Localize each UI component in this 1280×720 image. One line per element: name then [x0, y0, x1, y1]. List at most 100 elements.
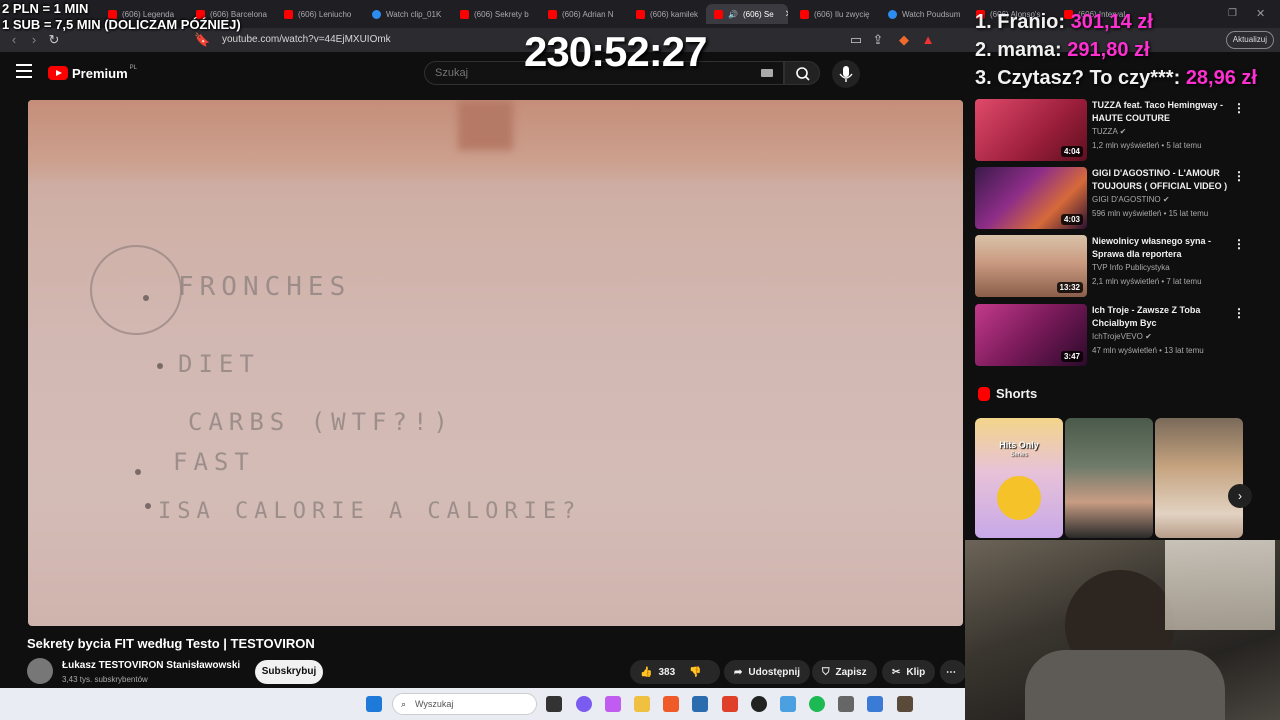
dislike-icon[interactable]: 👎 — [689, 667, 701, 678]
scissors-icon: ✂ — [892, 666, 901, 678]
share-page-icon[interactable]: ⇪ — [870, 32, 886, 48]
recommended-channel[interactable]: IchTrojeVEVO ✔ — [1092, 332, 1152, 341]
close-tab-icon[interactable]: ✕ — [785, 9, 788, 20]
share-label: Udostępnij — [748, 666, 801, 678]
short-video[interactable]: Hits Only Series — [975, 418, 1063, 538]
tab-label: (606) Leniucho — [298, 9, 352, 19]
brave-beta-icon[interactable] — [722, 696, 738, 712]
recommended-channel[interactable]: GIGI D'AGOSTINO ✔ — [1092, 195, 1170, 204]
tab-label: (606) Ilu zwycię — [814, 9, 870, 19]
pikachu-figure — [997, 476, 1041, 520]
browser-tab-active[interactable]: 🔊 (606) Se ✕ — [706, 4, 788, 24]
like-icon[interactable]: 👍 — [640, 667, 652, 678]
kick-favicon-icon — [888, 9, 897, 19]
like-dislike-group: 👍 383 👎 — [630, 660, 720, 684]
chevron-right-icon[interactable]: › — [1228, 484, 1252, 508]
video-thumbnail[interactable]: 13:32 — [975, 235, 1087, 297]
recommended-title[interactable]: TUZZA feat. Taco Hemingway - HAUTE COUTU… — [1092, 99, 1232, 125]
channel-label: IchTrojeVEVO — [1092, 332, 1143, 341]
video-thumbnail[interactable]: 4:03 — [975, 167, 1087, 229]
rate-line: 2 PLN = 1 MIN — [2, 1, 89, 16]
channel-name[interactable]: Łukasz TESTOVIRON Stanisławowski — [62, 660, 240, 671]
reload-icon[interactable]: ↻ — [46, 32, 62, 48]
search-icon: ⌕ — [401, 699, 407, 709]
browser-tab[interactable]: (606) Sekrety b — [452, 4, 538, 24]
bookmark-icon[interactable]: 🔖 — [194, 32, 210, 48]
spotify-icon[interactable] — [809, 696, 825, 712]
youtube-favicon-icon — [284, 9, 293, 19]
subscribe-button[interactable]: Subskrybuj — [255, 660, 323, 684]
recommended-title[interactable]: Ich Troje - Zawsze Z Toba Chcialbym Byc — [1092, 304, 1232, 330]
cast-icon[interactable]: ▭ — [848, 32, 864, 48]
forward-icon[interactable]: › — [26, 32, 42, 48]
windows-start-icon[interactable] — [366, 696, 382, 712]
channel-avatar[interactable] — [27, 658, 53, 684]
brave-shield-icon[interactable]: ◆ — [896, 32, 912, 48]
store-icon[interactable] — [692, 696, 708, 712]
browser-tab[interactable]: (606) kamilek — [628, 4, 704, 24]
calculator-icon[interactable] — [838, 696, 854, 712]
notepad-icon[interactable] — [867, 696, 883, 712]
like-count[interactable]: 383 — [658, 667, 675, 678]
handwritten-notes: FRONCHES DIET CARBS (WTF?!) FAST ISA CAL… — [90, 245, 581, 524]
recommended-title[interactable]: Niewolnicy własnego syna - Sprawa dla re… — [1092, 235, 1232, 261]
discord-icon[interactable] — [576, 696, 592, 712]
video-thumbnail[interactable]: 3:47 — [975, 304, 1087, 366]
recommended-video[interactable]: 4:04 TUZZA feat. Taco Hemingway - HAUTE … — [975, 99, 1265, 163]
save-button[interactable]: ⛉ Zapisz — [812, 660, 877, 684]
taskbar-search[interactable]: ⌕ Wyszukaj — [392, 693, 537, 715]
recommended-title[interactable]: GIGI D'AGOSTINO - L'AMOUR TOUJOURS ( OFF… — [1092, 167, 1232, 193]
leaderboard-amount: 28,96 zł — [1185, 67, 1257, 89]
short-video[interactable] — [1155, 418, 1243, 538]
app-icon[interactable] — [897, 696, 913, 712]
more-vert-icon[interactable]: ⋮ — [1233, 101, 1245, 115]
share-button[interactable]: ➦ Udostępnij — [724, 660, 811, 684]
task-view-icon[interactable] — [546, 696, 562, 712]
close-window-icon[interactable]: ✕ — [1256, 7, 1265, 20]
search-button[interactable] — [784, 61, 820, 85]
taskbar-search-label: Wyszukaj — [415, 699, 454, 709]
short-video[interactable] — [1065, 418, 1153, 538]
youtube-favicon-icon — [800, 9, 809, 19]
search-icon — [796, 67, 810, 81]
recommended-video[interactable]: 4:03 GIGI D'AGOSTINO - L'AMOUR TOUJOURS … — [975, 167, 1265, 231]
recommended-channel[interactable]: TVP Info Publicystyka — [1092, 263, 1170, 272]
clip-button[interactable]: ✂ Klip — [882, 660, 936, 684]
back-icon[interactable]: ‹ — [6, 32, 22, 48]
browser-tab[interactable]: (606) Adrian N — [540, 4, 626, 24]
keyboard-icon[interactable] — [761, 69, 773, 77]
channel-label: GIGI D'AGOSTINO — [1092, 195, 1161, 204]
more-vert-icon[interactable]: ⋮ — [1233, 306, 1245, 320]
recommended-video[interactable]: 3:47 Ich Troje - Zawsze Z Toba Chcialbym… — [975, 304, 1265, 368]
more-vert-icon[interactable]: ⋮ — [1233, 169, 1245, 183]
more-actions-button[interactable]: ⋯ — [940, 660, 966, 684]
note-line: DIET — [178, 350, 260, 378]
video-thumbnail[interactable]: 4:04 — [975, 99, 1087, 161]
youtube-premium-logo[interactable]: Premium PL — [48, 64, 137, 82]
leaderboard-entry: 1. Franio: 301,14 zł — [975, 8, 1257, 36]
video-player[interactable]: FRONCHES DIET CARBS (WTF?!) FAST ISA CAL… — [28, 100, 963, 626]
brave-rewards-icon[interactable]: ▲ — [920, 32, 936, 48]
browser-tab[interactable]: (606) Leniucho — [276, 4, 362, 24]
note-line: ISA CALORIE A CALORIE? — [158, 499, 581, 524]
brave-icon[interactable] — [663, 696, 679, 712]
youtube-favicon-icon — [714, 9, 723, 19]
leaderboard-amount: 301,14 zł — [1070, 11, 1153, 33]
video-duration: 4:03 — [1060, 214, 1083, 225]
file-explorer-icon[interactable] — [634, 696, 650, 712]
hamburger-menu-icon[interactable] — [16, 64, 32, 78]
note-line: CARBS (WTF?!) — [188, 408, 454, 436]
voice-search-button[interactable] — [832, 60, 860, 88]
more-vert-icon[interactable]: ⋮ — [1233, 237, 1245, 251]
browser-tab[interactable]: Watch Poudsum — [880, 4, 966, 24]
remote-desktop-icon[interactable] — [780, 696, 796, 712]
recommended-channel[interactable]: TUZZA ✔ — [1092, 127, 1126, 136]
video-duration: 13:32 — [1056, 282, 1083, 293]
browser-tab[interactable]: Watch clip_01K — [364, 4, 450, 24]
recommended-video[interactable]: 13:32 Niewolnicy własnego syna - Sprawa … — [975, 235, 1265, 299]
background-shelf — [1165, 540, 1275, 630]
browser-tab[interactable]: (606) Ilu zwycię — [792, 4, 878, 24]
obs-icon[interactable] — [751, 696, 767, 712]
copilot-icon[interactable] — [605, 696, 621, 712]
verified-icon: ✔ — [1145, 332, 1152, 341]
